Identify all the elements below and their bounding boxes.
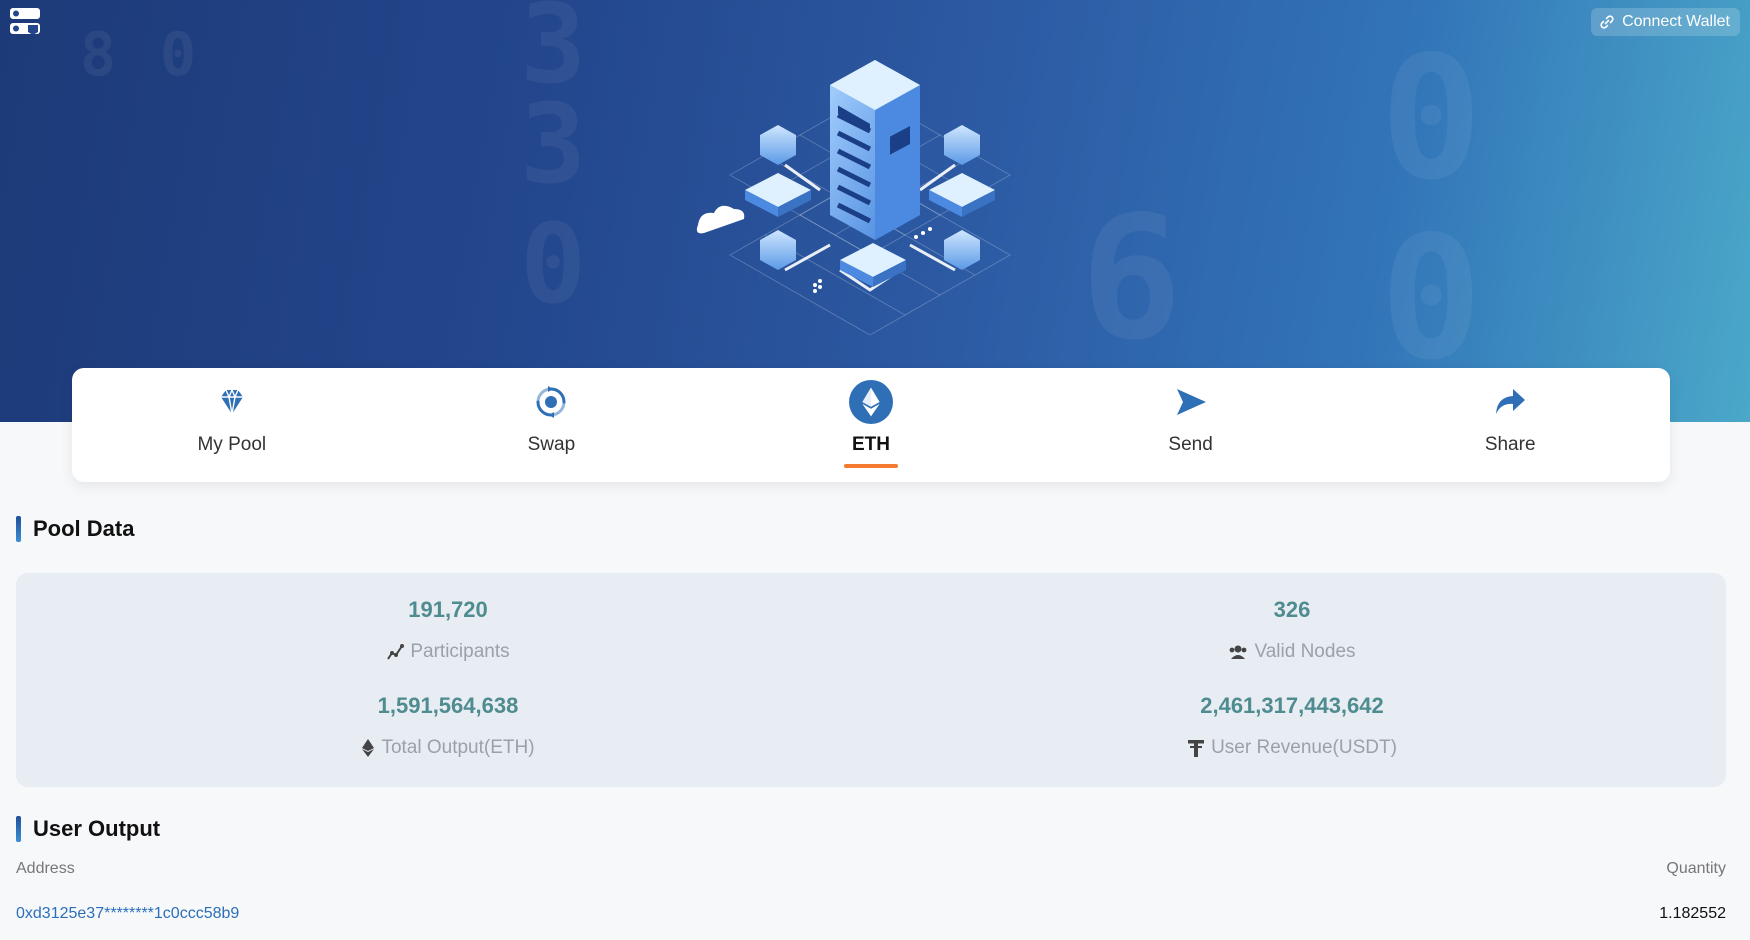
nav-item-share[interactable]: Share: [1350, 368, 1670, 482]
eth-small-icon: [362, 739, 375, 757]
users-icon: [1230, 645, 1247, 659]
server-illustration: [696, 60, 1012, 335]
stat-label: Participants: [410, 641, 510, 662]
connect-wallet-button[interactable]: Connect Wallet: [1591, 8, 1740, 36]
column-header-quantity: Quantity: [1666, 860, 1726, 877]
pool-stats-card: 191,720 Participants 326 Valid Nodes 1,5…: [16, 573, 1726, 787]
stat-valid-nodes: 326 Valid Nodes: [1042, 597, 1542, 663]
bg-decoration: 8: [80, 20, 117, 90]
stat-label: Valid Nodes: [1254, 641, 1356, 662]
stat-participants: 191,720 Participants: [198, 597, 698, 663]
send-icon: [1176, 389, 1206, 415]
bg-decoration: 0: [520, 200, 587, 328]
swap-icon: [536, 386, 566, 418]
active-tab-indicator: [843, 464, 898, 468]
nav-item-my-pool[interactable]: My Pool: [72, 368, 392, 482]
main-nav: My Pool Swap ETH Send Share: [72, 368, 1670, 482]
stat-value: 191,720: [408, 597, 488, 622]
bg-decoration: 0: [160, 20, 197, 90]
nav-label: Send: [1168, 434, 1213, 455]
section-marker: [16, 516, 21, 542]
user-output-title: User Output: [16, 816, 160, 842]
table-header: Address Quantity: [16, 860, 1726, 878]
column-header-address: Address: [16, 860, 75, 877]
stat-label: Total Output(ETH): [381, 737, 535, 758]
share-icon: [1496, 389, 1526, 414]
chart-line-icon: [387, 644, 405, 660]
bg-decoration: 3: [520, 80, 587, 208]
bg-decoration: 6: [1080, 180, 1183, 378]
address-link[interactable]: 0xd3125e37********1c0ccc58b9: [16, 905, 239, 923]
eth-icon: [848, 380, 893, 424]
connect-wallet-label: Connect Wallet: [1622, 13, 1730, 30]
hero-banner: 8 0 3 3 0 6 0 0 Connect Wallet: [0, 0, 1750, 422]
nav-label: ETH: [851, 434, 890, 455]
stat-value: 326: [1273, 597, 1311, 622]
table-row: 0xd3125e37********1c0ccc58b9 1.182552: [16, 905, 1726, 923]
nav-label: Swap: [527, 434, 576, 455]
stat-label: User Revenue(USDT): [1211, 737, 1397, 758]
section-title-text: User Output: [33, 816, 161, 841]
section-marker: [16, 816, 21, 842]
stat-value: 1,591,564,638: [377, 693, 519, 718]
diamond-icon: [220, 388, 243, 415]
nav-label: Share: [1484, 434, 1536, 455]
bg-decoration: 0: [1380, 20, 1483, 218]
nav-item-send[interactable]: Send: [1031, 368, 1351, 482]
nav-item-eth[interactable]: ETH: [711, 368, 1031, 482]
link-icon: [1600, 15, 1614, 29]
stat-total-output: 1,591,564,638 Total Output(ETH): [198, 693, 698, 759]
tether-icon: [1188, 740, 1205, 757]
nav-item-swap[interactable]: Swap: [392, 368, 712, 482]
nav-label: My Pool: [197, 434, 267, 455]
pool-data-title: Pool Data: [16, 516, 134, 542]
quantity-value: 1.182552: [1659, 905, 1726, 922]
stat-value: 2,461,317,443,642: [1200, 693, 1384, 718]
section-title-text: Pool Data: [33, 516, 135, 541]
menu-icon[interactable]: [8, 6, 44, 38]
stat-user-revenue: 2,461,317,443,642 User Revenue(USDT): [1042, 693, 1542, 759]
